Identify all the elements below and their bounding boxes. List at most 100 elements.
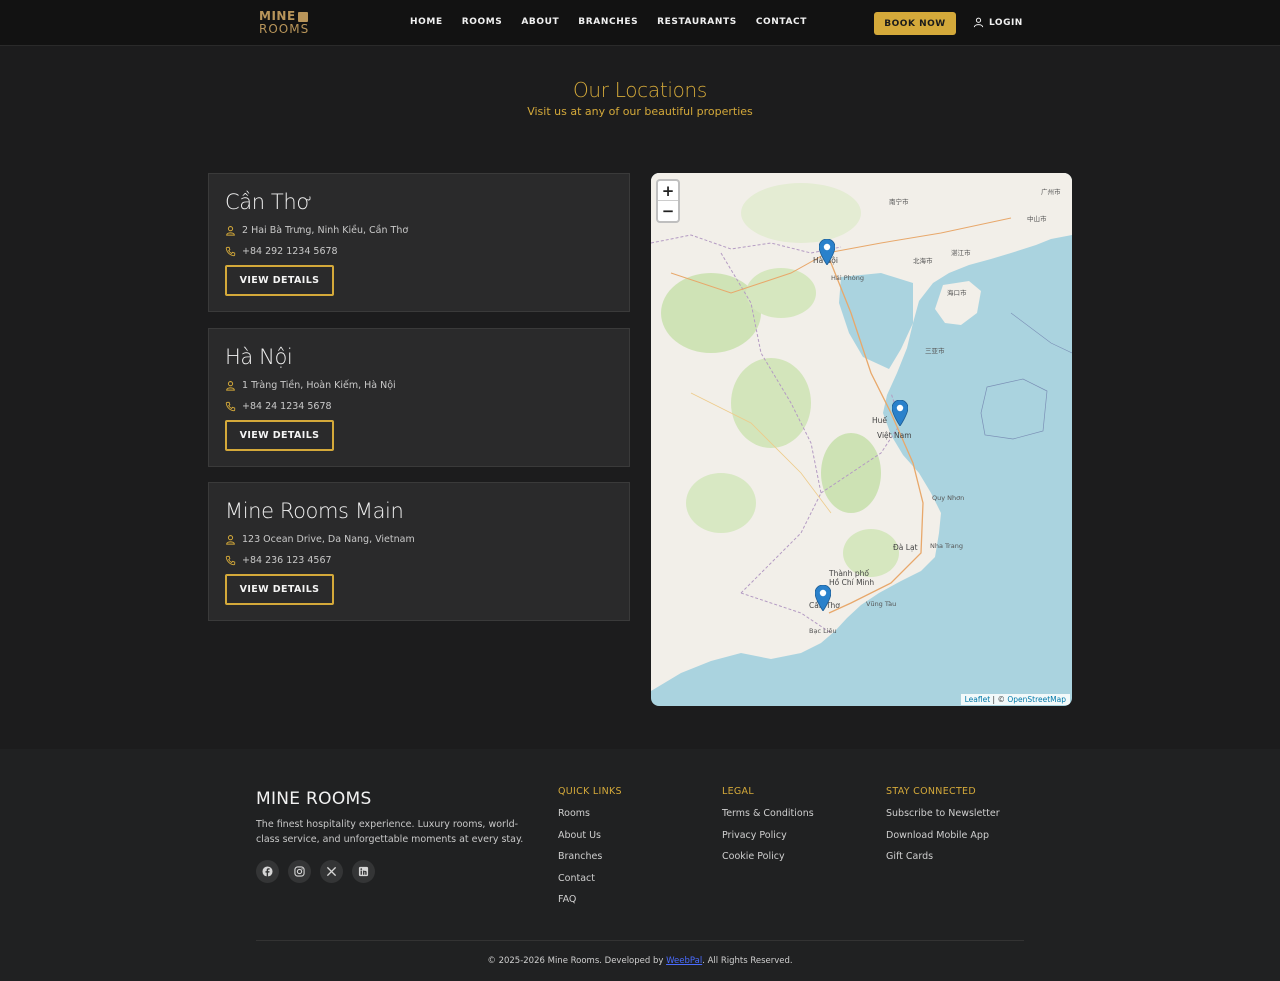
attribution-separator: | © — [990, 695, 1008, 704]
map-label: 三亚市 — [925, 347, 945, 355]
footer-link-gift-cards[interactable]: Gift Cards — [886, 851, 1000, 873]
footer-link-privacy[interactable]: Privacy Policy — [722, 830, 814, 852]
zoom-control: + − — [656, 179, 680, 223]
nav-home[interactable]: HOME — [410, 17, 443, 27]
map-marker-can-tho[interactable] — [815, 585, 831, 611]
top-navbar: MINE ROOMS HOME ROOMS ABOUT BRANCHES RES… — [0, 0, 1280, 46]
login-link[interactable]: LOGIN — [973, 17, 1023, 28]
map-label: Vũng Tàu — [866, 600, 897, 608]
phone-text: +84 236 123 4567 — [242, 555, 332, 566]
nav-contact[interactable]: CONTACT — [756, 17, 807, 27]
map-label: Thành phố Hồ Chí Minh — [829, 569, 875, 587]
view-details-button[interactable]: VIEW DETAILS — [225, 265, 334, 296]
view-details-button[interactable]: VIEW DETAILS — [225, 574, 334, 605]
map-label: Nha Trang — [930, 542, 963, 550]
main-menu: HOME ROOMS ABOUT BRANCHES RESTAURANTS CO… — [410, 17, 807, 27]
nav-restaurants[interactable]: RESTAURANTS — [657, 17, 737, 27]
phone-icon — [225, 555, 236, 566]
footer-link-mobile-app[interactable]: Download Mobile App — [886, 830, 1000, 852]
logo-icon — [297, 11, 308, 22]
user-icon — [973, 17, 984, 28]
nav-rooms[interactable]: ROOMS — [462, 17, 503, 27]
footer-link-faq[interactable]: FAQ — [558, 894, 622, 916]
phone-text: +84 24 1234 5678 — [242, 401, 332, 412]
map-tiles — [651, 173, 1072, 691]
page-title: Our Locations — [572, 78, 708, 102]
map-label: 北海市 — [913, 257, 933, 265]
brand-line2: ROOMS — [259, 22, 310, 36]
book-now-button[interactable]: BOOK NOW — [874, 12, 956, 35]
location-name: Cần Thơ — [225, 190, 312, 214]
location-phone: +84 292 1234 5678 — [225, 246, 338, 257]
footer-link-about[interactable]: About Us — [558, 830, 622, 852]
footer-link-newsletter[interactable]: Subscribe to Newsletter — [886, 808, 1000, 830]
zoom-in-button[interactable]: + — [658, 181, 678, 201]
map-label: 海口市 — [947, 289, 967, 297]
map-label: 中山市 — [1027, 215, 1047, 223]
location-card-main: Mine Rooms Main 123 Ocean Drive, Da Nang… — [208, 482, 630, 621]
map-label: Hải Phòng — [831, 274, 865, 282]
login-label: LOGIN — [989, 17, 1023, 28]
social-links — [256, 860, 375, 883]
phone-icon — [225, 246, 236, 257]
address-text: 1 Tràng Tiền, Hoàn Kiếm, Hà Nội — [242, 380, 396, 391]
footer-link-contact[interactable]: Contact — [558, 873, 622, 895]
brand-logo[interactable]: MINE ROOMS — [259, 10, 319, 38]
page-subtitle: Visit us at any of our beautiful propert… — [527, 105, 753, 118]
footer-link-cookie[interactable]: Cookie Policy — [722, 851, 814, 873]
zoom-out-button[interactable]: − — [658, 201, 678, 221]
location-card-ha-noi: Hà Nội 1 Tràng Tiền, Hoàn Kiếm, Hà Nội +… — [208, 328, 630, 467]
phone-text: +84 292 1234 5678 — [242, 246, 338, 257]
site-footer: MINE ROOMS The finest hospitality experi… — [0, 749, 1280, 981]
view-details-button[interactable]: VIEW DETAILS — [225, 420, 334, 451]
leaflet-link[interactable]: Leaflet — [965, 695, 991, 704]
location-phone: +84 24 1234 5678 — [225, 401, 332, 412]
footer-link-terms[interactable]: Terms & Conditions — [722, 808, 814, 830]
address-text: 2 Hai Bà Trưng, Ninh Kiều, Cần Thơ — [242, 225, 409, 236]
location-card-can-tho: Cần Thơ 2 Hai Bà Trưng, Ninh Kiều, Cần T… — [208, 173, 630, 312]
developer-link[interactable]: WeebPal — [666, 956, 702, 966]
legal-heading: LEGAL — [722, 786, 754, 797]
phone-icon — [225, 401, 236, 412]
facebook-icon[interactable] — [256, 860, 279, 883]
map-label: Đà Lạt — [893, 543, 918, 552]
locations-map[interactable]: Hà Nội Hải Phòng Huế Việt Nam Quy Nhơn Đ… — [651, 173, 1072, 706]
map-label: Huế — [872, 416, 888, 425]
copyright-prefix: © 2025-2026 Mine Rooms. Developed by — [487, 956, 667, 966]
quick-links-column: QUICK LINKS Rooms About Us Branches Cont… — [558, 786, 622, 916]
footer-description: The finest hospitality experience. Luxur… — [256, 819, 524, 845]
location-name: Mine Rooms Main — [225, 499, 404, 523]
user-pin-icon — [226, 535, 235, 545]
map-label: Việt Nam — [877, 431, 912, 440]
map-marker-ha-noi[interactable] — [819, 239, 835, 265]
footer-brand: MINE ROOMS — [256, 789, 372, 809]
footer-link-branches[interactable]: Branches — [558, 851, 622, 873]
map-marker-da-nang[interactable] — [892, 400, 908, 426]
x-icon[interactable] — [320, 860, 343, 883]
map-attribution: Leaflet | © OpenStreetMap — [960, 694, 1070, 705]
copyright: © 2025-2026 Mine Rooms. Developed by Wee… — [0, 956, 1280, 966]
quick-links-heading: QUICK LINKS — [558, 786, 622, 797]
stay-connected-heading: STAY CONNECTED — [886, 786, 976, 797]
location-phone: +84 236 123 4567 — [225, 555, 332, 566]
osm-link[interactable]: OpenStreetMap — [1007, 695, 1066, 704]
stay-connected-column: STAY CONNECTED Subscribe to Newsletter D… — [886, 786, 1000, 873]
location-address: 2 Hai Bà Trưng, Ninh Kiều, Cần Thơ — [225, 225, 408, 236]
location-name: Hà Nội — [225, 345, 293, 369]
user-pin-icon — [226, 381, 235, 391]
map-label: 湛江市 — [951, 249, 971, 257]
nav-branches[interactable]: BRANCHES — [578, 17, 638, 27]
address-text: 123 Ocean Drive, Da Nang, Vietnam — [242, 534, 415, 545]
footer-link-rooms[interactable]: Rooms — [558, 808, 622, 830]
map-label: Bạc Liêu — [809, 627, 837, 635]
map-label: Quy Nhơn — [932, 494, 965, 502]
linkedin-icon[interactable] — [352, 860, 375, 883]
instagram-icon[interactable] — [288, 860, 311, 883]
copyright-suffix: . All Rights Reserved. — [702, 956, 793, 966]
nav-about[interactable]: ABOUT — [521, 17, 559, 27]
user-pin-icon — [226, 226, 235, 236]
location-address: 123 Ocean Drive, Da Nang, Vietnam — [225, 534, 415, 545]
location-address: 1 Tràng Tiền, Hoàn Kiếm, Hà Nội — [225, 380, 396, 391]
map-label: 广州市 — [1041, 188, 1061, 196]
map-label: 南宁市 — [889, 198, 909, 206]
